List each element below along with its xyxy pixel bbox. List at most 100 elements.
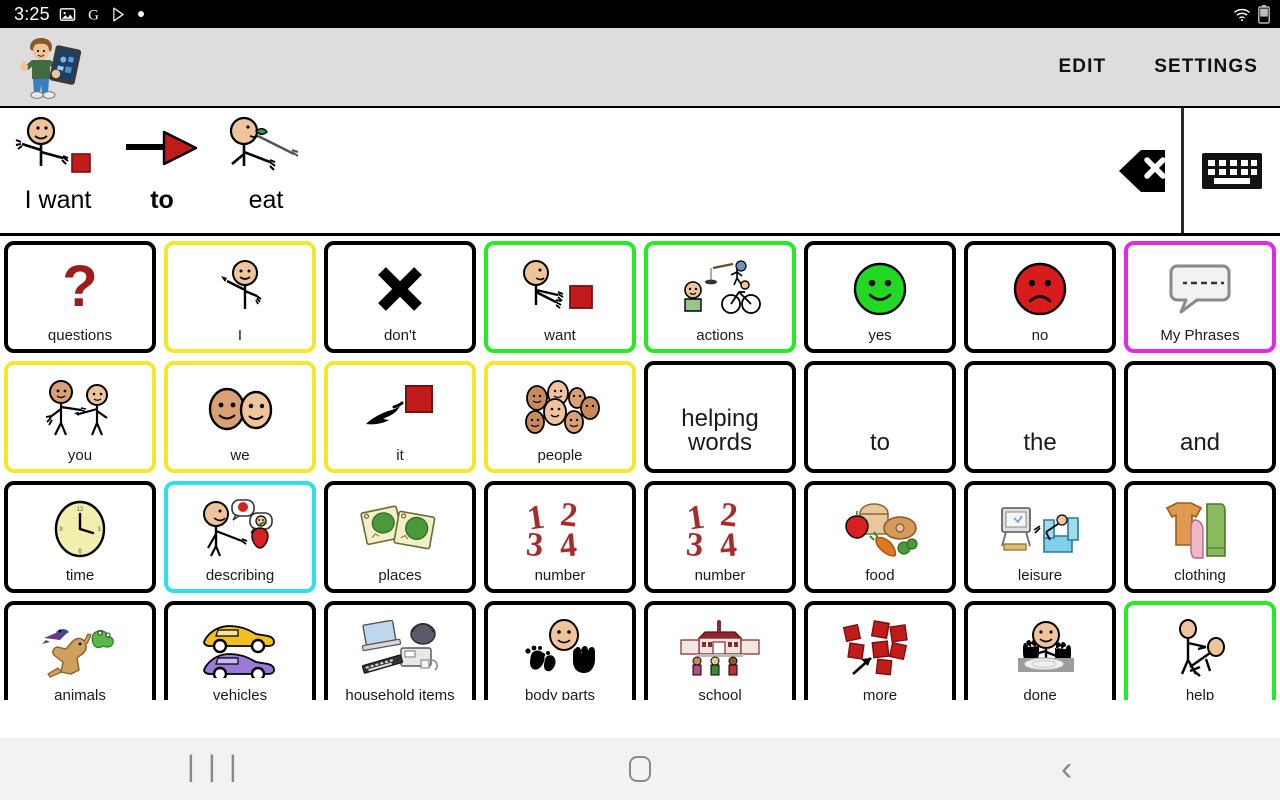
grid-cell-places[interactable]: places (324, 481, 476, 593)
red-arrow-right-symbol (110, 112, 214, 184)
grid-cell-label: My Phrases (1160, 327, 1240, 344)
person-helping-person-icon (1128, 605, 1272, 688)
edit-button[interactable]: EDIT (1059, 56, 1107, 78)
person-wanting-red-block-icon (488, 245, 632, 328)
grid-cell-people[interactable]: people (484, 361, 636, 473)
dot-icon (137, 10, 145, 18)
grid-cell-label: time (65, 567, 95, 584)
grid-cell-label: I (237, 327, 243, 344)
back-button[interactable]: ‹ (853, 752, 1280, 786)
grid-cell-i[interactable]: I (164, 241, 316, 353)
two-people-pointing-icon (8, 365, 152, 448)
grid-cell-label: people (537, 447, 583, 464)
grid-cell-vehicles[interactable]: vehicles (164, 601, 316, 700)
grid-cell-leisure[interactable]: leisure (964, 481, 1116, 593)
delete-button[interactable] (1085, 108, 1181, 233)
bread-apple-carrot-icon (808, 485, 952, 568)
grid-cell-label: number (534, 567, 586, 584)
sentence-word-to[interactable]: to (110, 108, 214, 233)
battery-icon (1258, 4, 1270, 24)
grid-cell-label: household items (345, 687, 455, 700)
boy-with-tablet-logo (12, 34, 84, 100)
grid-cell-label: done (1023, 687, 1057, 700)
speech-bubble-icon (1128, 245, 1272, 328)
grid-cell-describing[interactable]: describing (164, 481, 316, 593)
grid-cell-body-parts[interactable]: body parts (484, 601, 636, 700)
settings-button[interactable]: SETTINGS (1154, 56, 1258, 78)
recents-icon: ||| (181, 752, 245, 786)
grid-cell-to[interactable]: to (804, 361, 956, 473)
grid-cell-clothing[interactable]: clothing (1124, 481, 1276, 593)
grid-cell-label: and (1179, 429, 1221, 456)
app-body: I want to eat ? questions I don't want a… (0, 106, 1280, 700)
recents-button[interactable]: ||| (0, 752, 427, 786)
grid-cell-the[interactable]: the (964, 361, 1116, 473)
grid-cell-label: food (865, 567, 895, 584)
grid-cell-actions[interactable]: actions (644, 241, 796, 353)
android-nav-bar: ||| ‹ (0, 738, 1280, 800)
grid-cell-label: animals (54, 687, 106, 700)
grid-cell-no[interactable]: no (964, 241, 1116, 353)
backspace-delete-icon (1119, 149, 1166, 192)
grid-cell-you[interactable]: you (4, 361, 156, 473)
arrow-to-red-blocks-icon (808, 605, 952, 688)
grid-cell-label: helping words (681, 405, 759, 456)
grid-cell-time[interactable]: 12 3 6 9 time (4, 481, 156, 593)
sentence-word-label: eat (248, 186, 284, 214)
svg-text:4: 4 (558, 526, 578, 560)
grid-cell-want[interactable]: want (484, 241, 636, 353)
google-icon: G (85, 6, 102, 23)
shirt-and-pants-icon (1128, 485, 1272, 568)
group-of-faces-icon (488, 365, 632, 448)
home-button[interactable] (427, 756, 854, 782)
clock-icon: 12 3 6 9 (8, 485, 152, 568)
grid-cell-label: you (67, 447, 93, 464)
svg-text:3: 3 (685, 526, 705, 560)
person-wanting-red-block-symbol (6, 112, 110, 184)
grid-cell-food[interactable]: food (804, 481, 956, 593)
grid-cell-we[interactable]: we (164, 361, 316, 473)
red-sad-face-icon (968, 245, 1112, 328)
grid-cell-done[interactable]: done (964, 601, 1116, 700)
person-describing-apple-icon (168, 485, 312, 568)
grid-cell-label: the (1023, 429, 1057, 456)
grid-cell-label: places (378, 567, 422, 584)
sentence-word-list: I want to eat (0, 108, 1085, 233)
grid-cell-label: actions (696, 327, 744, 344)
play-store-icon (111, 6, 128, 23)
grid-cell-my-phrases[interactable]: My Phrases (1124, 241, 1276, 353)
grid-cell-animals[interactable]: animals (4, 601, 156, 700)
grid-cell-label: clothing (1174, 567, 1226, 584)
back-icon: ‹ (1061, 750, 1073, 788)
grid-cell-more[interactable]: more (804, 601, 956, 700)
grid-cell-yes[interactable]: yes (804, 241, 956, 353)
grid-cell-school[interactable]: school (644, 601, 796, 700)
green-smiley-face-icon (808, 245, 952, 328)
image-icon (59, 6, 76, 23)
grid-cell-helping-words[interactable]: helping words (644, 361, 796, 473)
grid-cell-questions[interactable]: ? questions (4, 241, 156, 353)
grid-cell-it[interactable]: it (324, 361, 476, 473)
grid-cell-dont[interactable]: don't (324, 241, 476, 353)
hand-pointing-red-square-icon (328, 365, 472, 448)
laptop-printer-devices-icon (328, 605, 472, 688)
grid-cell-household-items[interactable]: household items (324, 601, 476, 700)
sentence-word-eat[interactable]: eat (214, 108, 318, 233)
status-bar-left: 3:25 G (14, 4, 145, 25)
grid-cell-label: yes (868, 327, 892, 344)
grid-cell-number-1[interactable]: 1 2 3 4 number (484, 481, 636, 593)
grid-cell-help[interactable]: help (1124, 601, 1276, 700)
grid-cell-label: want (544, 327, 576, 344)
app-window: 3:25 G EDIT SETTINGS I want to eat ? que… (0, 0, 1280, 800)
keyboard-button[interactable] (1184, 108, 1280, 233)
grid-cell-label: leisure (1017, 567, 1063, 584)
schoolhouse-with-children-icon (648, 605, 792, 688)
grid-cell-and[interactable]: and (1124, 361, 1276, 473)
svg-text:?: ? (62, 258, 97, 319)
sentence-bar[interactable]: I want to eat (0, 106, 1280, 236)
sentence-word-i-want[interactable]: I want (6, 108, 110, 233)
svg-text:G: G (88, 7, 99, 23)
tv-and-armchair-icon (968, 485, 1112, 568)
grid-cell-number-2[interactable]: 1 2 3 4 number (644, 481, 796, 593)
maps-icon (328, 485, 472, 568)
